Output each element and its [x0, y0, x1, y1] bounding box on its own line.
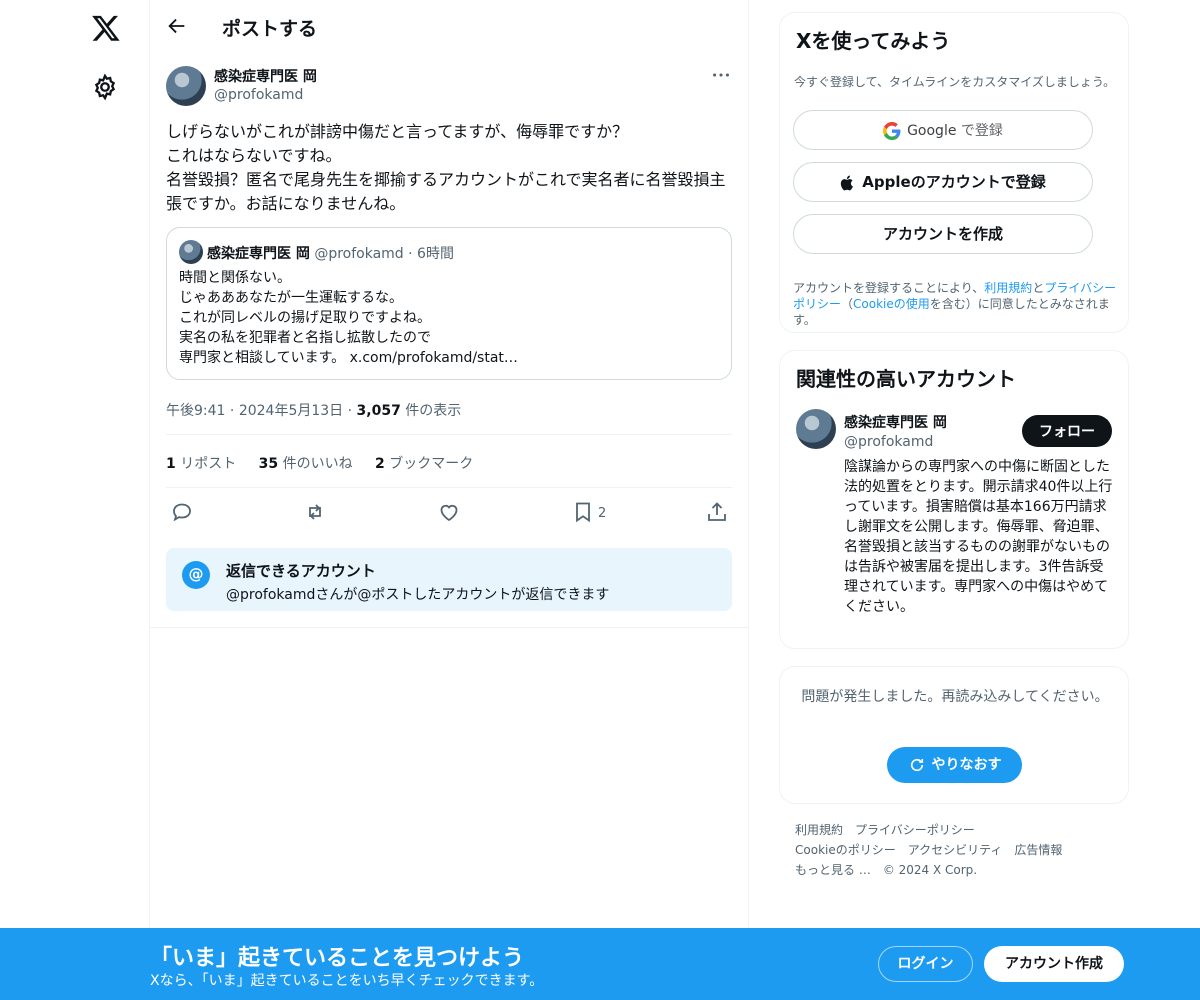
- signup-card-title: Xを使ってみよう: [796, 29, 951, 53]
- terms-link[interactable]: 利用規約: [984, 281, 1032, 295]
- author-name[interactable]: 感染症専門医 岡: [214, 66, 317, 86]
- share-icon[interactable]: [705, 500, 729, 524]
- google-signup-brand: Google: [907, 123, 957, 139]
- google-signup-suffix: で登録: [956, 123, 1003, 139]
- footer-link-terms[interactable]: 利用規約: [795, 823, 843, 837]
- legal-text-2: （: [841, 297, 854, 311]
- reply-restriction-notice: @ 返信できるアカウント @profokamdさんが@ポストしたアカウントが返信…: [166, 548, 732, 611]
- legal-text-1: アカウントを登録することにより、: [793, 281, 985, 295]
- repost-icon[interactable]: [303, 500, 327, 524]
- create-account-button[interactable]: アカウントを作成: [793, 214, 1093, 254]
- reply-restriction-subtitle: @profokamdさんが@ポストしたアカウントが返信できます: [226, 587, 610, 603]
- recommended-handle[interactable]: @profokamd: [844, 434, 933, 450]
- author-handle[interactable]: @profokamd: [214, 87, 303, 103]
- bottom-bar-subtitle: Xなら、「いま」起きていることをいち早くチェックできます。: [150, 973, 544, 989]
- error-message: 問題が発生しました。再読み込みしてください。: [801, 689, 1109, 705]
- quote-text: 時間と関係ない。 じゃあああなたが一生運転するな。 これが同レベルの揚げ足取りで…: [179, 270, 518, 366]
- divider: [166, 434, 732, 435]
- signup-legal-text: アカウントを登録することにより、利用規約とプライバシーポリシー（Cookieの使…: [793, 280, 1119, 328]
- recommended-card-title: 関連性の高いアカウント: [796, 367, 1016, 391]
- quote-header: 感染症専門医 岡 @profokamd · 6時間: [207, 243, 454, 263]
- author-avatar[interactable]: [166, 66, 206, 106]
- like-heart-icon[interactable]: [437, 500, 461, 524]
- google-signup-button[interactable]: Google で登録: [793, 110, 1093, 150]
- footer-link-accessibility[interactable]: アクセシビリティ: [908, 843, 1003, 857]
- post-timestamp: 午後9:41 · 2024年5月13日 · 3,057 件の表示: [166, 403, 462, 419]
- quote-author-avatar: [179, 240, 203, 264]
- footer-link-ads[interactable]: 広告情報: [1014, 843, 1062, 857]
- legal-and: と: [1032, 281, 1045, 295]
- likes-count: 35: [258, 456, 279, 472]
- footer-links: 利用規約 プライバシーポリシー Cookieのポリシー アクセシビリティ 広告情報 も…: [795, 820, 1125, 880]
- views-count: 3,057: [356, 403, 401, 419]
- views-label: 件の表示: [405, 403, 462, 419]
- at-sign-icon: @: [182, 561, 210, 589]
- quote-author-handle: @profokamd: [314, 246, 404, 262]
- signup-card: Xを使ってみよう 今すぐ登録して、タイムラインをカスタマイズしましょう。 Goo…: [779, 12, 1129, 333]
- cookie-link[interactable]: Cookieの使用: [853, 297, 930, 311]
- settings-gear-icon[interactable]: [91, 73, 119, 101]
- likes-stat[interactable]: 35 件のいいね: [259, 456, 353, 472]
- signup-card-subtitle: 今すぐ登録して、タイムラインをカスタマイズしましょう。: [794, 75, 1116, 89]
- error-card: 問題が発生しました。再読み込みしてください。 やりなおす: [779, 666, 1129, 804]
- reposts-stat[interactable]: 1 リポスト: [166, 456, 236, 472]
- divider: [166, 487, 732, 488]
- retry-button[interactable]: やりなおす: [887, 747, 1022, 783]
- post-time[interactable]: 午後9:41: [166, 403, 225, 419]
- likes-label: 件のいいね: [282, 456, 353, 472]
- page-header: ポストする: [150, 0, 749, 54]
- footer-link-more[interactable]: もっと見る …: [795, 863, 871, 877]
- bookmark-action-count: 2: [598, 506, 607, 521]
- footer-copyright: © 2024 X Corp.: [882, 863, 978, 877]
- refresh-icon: [910, 758, 923, 772]
- recommended-bio: 陰謀論からの専門家への中傷に断固とした法的処置をとります。開示請求40件以上行っ…: [844, 459, 1113, 615]
- left-nav: [0, 0, 150, 928]
- more-options-icon[interactable]: [710, 64, 732, 86]
- retry-label: やりなおす: [931, 757, 1002, 773]
- recommended-accounts-card: 関連性の高いアカウント 感染症専門医 岡 @profokamd フォロー 陰謀論…: [779, 350, 1129, 649]
- recommended-avatar[interactable]: [796, 409, 836, 449]
- bottom-signup-bar: 「いま」起きていることを見つけよう Xなら、「いま」起きていることをいち早くチェ…: [0, 928, 1200, 1000]
- page-title: ポストする: [222, 18, 318, 40]
- post-date[interactable]: 2024年5月13日: [239, 403, 343, 419]
- quote-author-name: 感染症専門医 岡: [207, 246, 310, 262]
- create-account-label: アカウントを作成: [882, 225, 1003, 243]
- apple-signup-button[interactable]: Appleのアカウントで登録: [793, 162, 1093, 202]
- x-logo-icon[interactable]: [91, 13, 121, 43]
- bookmark-icon[interactable]: [571, 500, 595, 524]
- apple-logo-icon: [841, 175, 854, 190]
- login-button[interactable]: ログイン: [878, 946, 973, 982]
- reposts-label: リポスト: [180, 456, 237, 472]
- recommended-name[interactable]: 感染症専門医 岡: [844, 412, 947, 432]
- post-actions: 2: [166, 500, 732, 526]
- divider: [150, 627, 749, 628]
- footer-link-cookie[interactable]: Cookieのポリシー: [795, 843, 896, 857]
- follow-button[interactable]: フォロー: [1022, 415, 1112, 447]
- bookmarks-stat[interactable]: 2 ブックマーク: [375, 456, 473, 472]
- apple-signup-label: Appleのアカウントで登録: [862, 173, 1046, 191]
- google-logo-icon: [883, 121, 901, 140]
- quote-time: 6時間: [417, 246, 454, 262]
- post-text: しげらないがこれが誹謗中傷だと言ってますが、侮辱罪ですか？ これはならないですね…: [166, 122, 726, 213]
- footer-link-privacy[interactable]: プライバシーポリシー: [855, 823, 975, 837]
- main-column: ポストする 感染症専門医 岡 @profokamd しげらないがこれが誹謗中傷だ…: [150, 0, 749, 928]
- reply-icon[interactable]: [170, 500, 194, 524]
- quoted-post[interactable]: 感染症専門医 岡 @profokamd · 6時間 時間と関係ない。 じゃあああ…: [166, 227, 732, 380]
- back-arrow-icon[interactable]: [166, 15, 188, 37]
- signup-button[interactable]: アカウント作成: [984, 946, 1124, 982]
- bookmarks-count: 2: [375, 456, 385, 472]
- bookmarks-label: ブックマーク: [389, 456, 474, 472]
- reposts-count: 1: [166, 456, 176, 472]
- post-stats: 1 リポスト 35 件のいいね 2 ブックマーク: [166, 453, 491, 473]
- bottom-bar-title: 「いま」起きていることを見つけよう: [150, 946, 525, 971]
- reply-restriction-title: 返信できるアカウント: [226, 562, 376, 580]
- quote-separator: ·: [408, 246, 413, 262]
